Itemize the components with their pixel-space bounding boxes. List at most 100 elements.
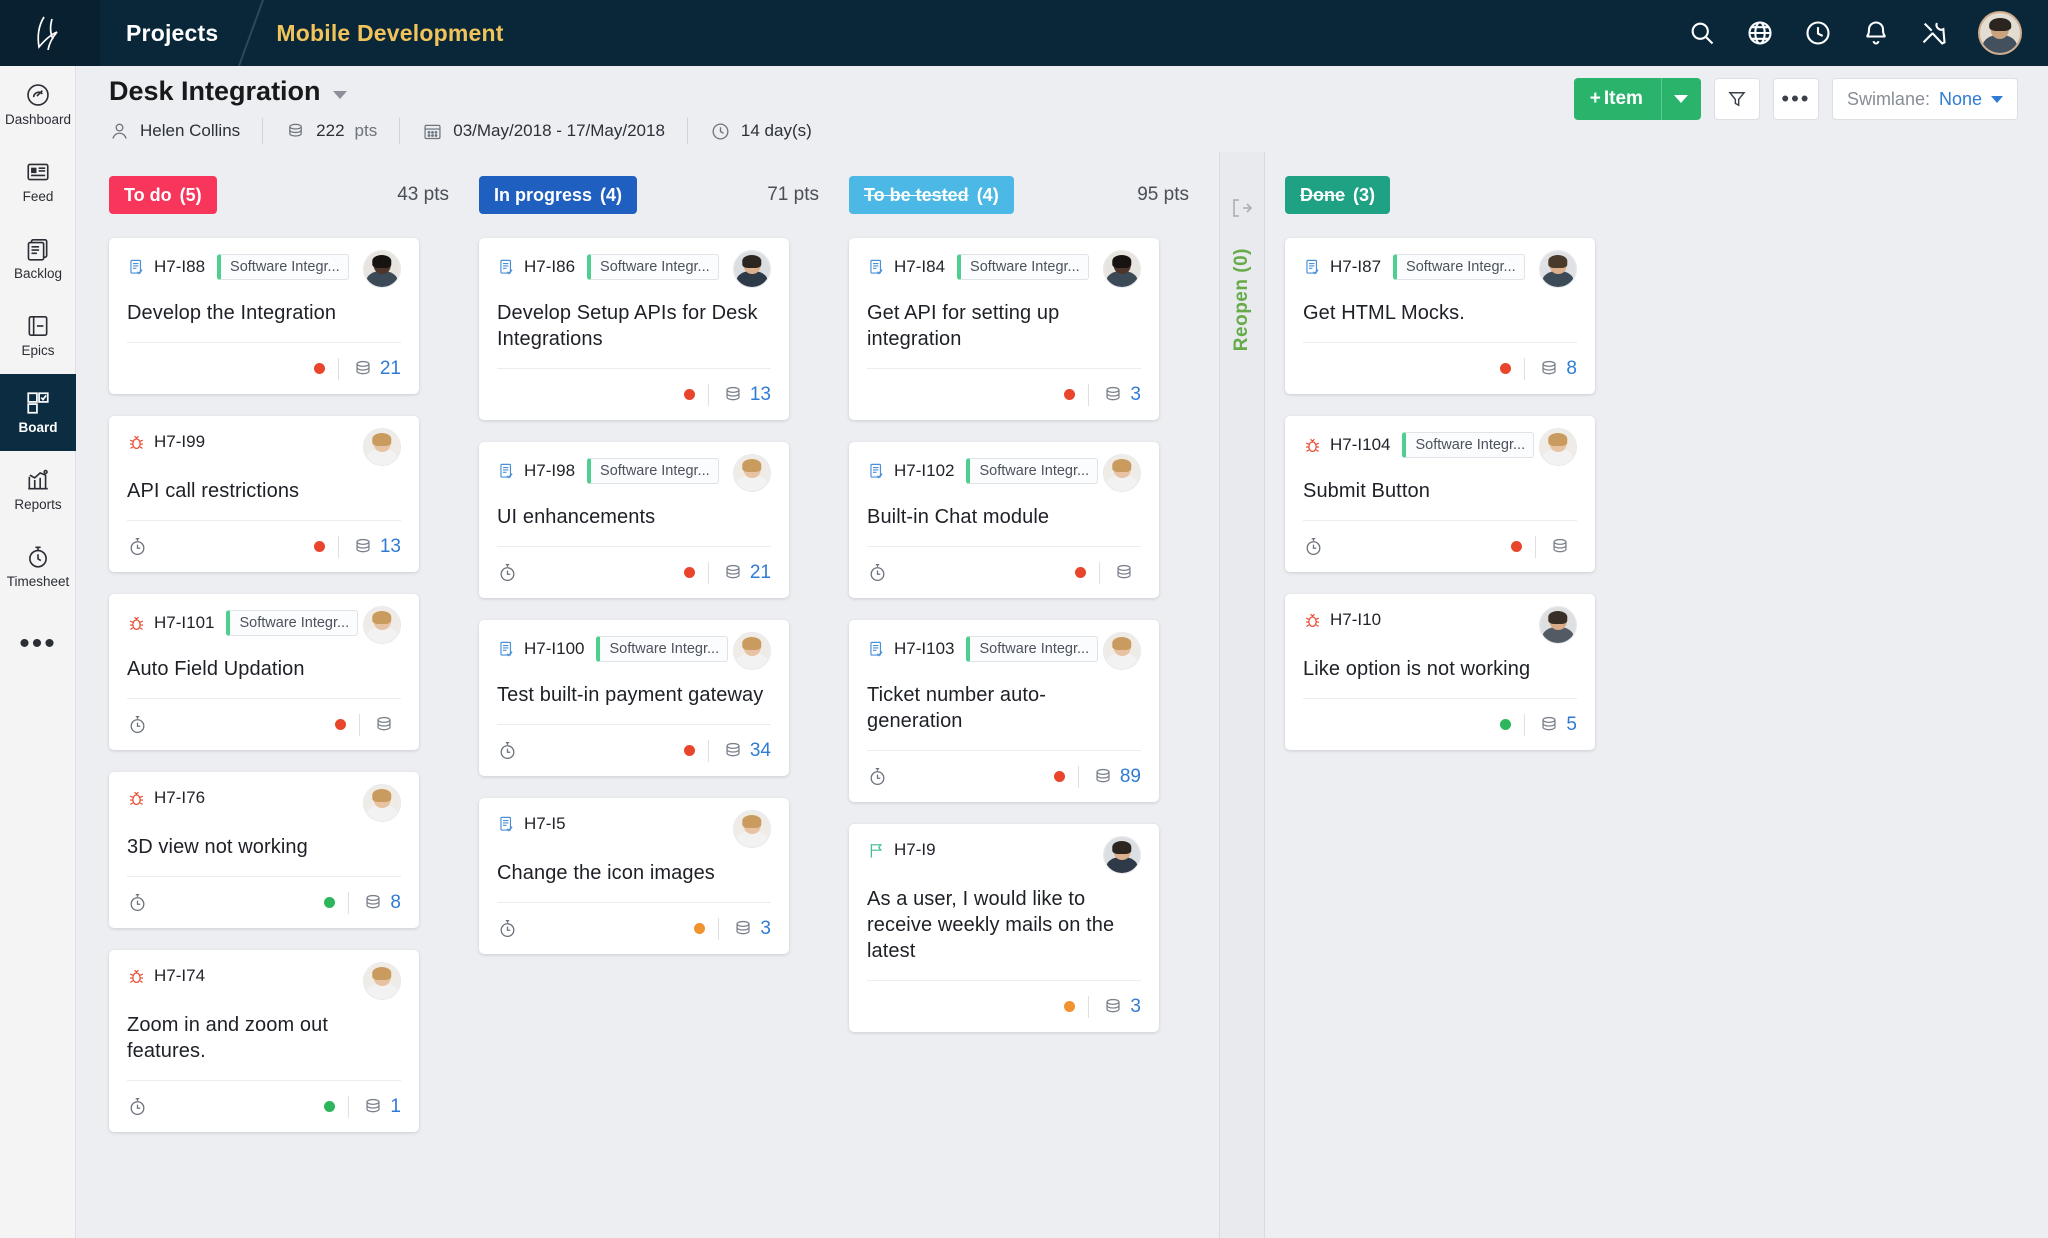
stopwatch-icon[interactable] [497,562,518,583]
card-key[interactable]: H7-I101 [154,613,214,633]
card-assignee-avatar[interactable] [1103,250,1141,288]
board-card-h7-i101[interactable]: H7-I101 Software Integr... Auto Field Up… [109,594,419,750]
stopwatch-icon[interactable] [867,562,888,583]
timesheet-stopwatch-icon [29,546,47,568]
card-tag[interactable]: Software Integr... [1402,432,1535,458]
board-card-h7-i99[interactable]: H7-I99 API call restrictions 13 [109,416,419,572]
sidebar-item-epics[interactable]: Epics [0,297,76,374]
app-logo[interactable] [0,0,100,66]
card-tag[interactable]: Software Integr... [587,458,720,484]
add-item-button[interactable]: + Item [1573,78,1701,120]
stopwatch-icon[interactable] [127,714,148,735]
board-card-h7-i87[interactable]: H7-I87 Software Integr... Get HTML Mocks… [1285,238,1595,394]
sidebar-item-dashboard[interactable]: Dashboard [0,66,76,143]
card-assignee-avatar[interactable] [1103,454,1141,492]
user-avatar[interactable] [1978,11,2022,55]
breadcrumb-projects[interactable]: Projects [100,20,244,47]
tools-icon[interactable] [1920,19,1948,47]
swimlane-selector[interactable]: Swimlane: None [1831,78,2018,120]
board-card-h7-i10[interactable]: H7-I10 Like option is not working 5 [1285,594,1595,750]
board-card-h7-i103[interactable]: H7-I103 Software Integr... Ticket number… [849,620,1159,802]
board-card-h7-i74[interactable]: H7-I74 Zoom in and zoom out features. 1 [109,950,419,1132]
stopwatch-icon[interactable] [127,1096,148,1117]
card-tag[interactable]: Software Integr... [957,254,1090,280]
breadcrumb-project-name[interactable]: Mobile Development [258,20,521,47]
card-key[interactable]: H7-I84 [894,257,945,277]
card-assignee-avatar[interactable] [733,632,771,670]
card-key[interactable]: H7-I76 [154,788,205,808]
card-tag[interactable]: Software Integr... [226,610,359,636]
board-card-h7-i76[interactable]: H7-I76 3D view not working 8 [109,772,419,928]
sidebar-more-button[interactable]: ••• [0,605,76,682]
card-assignee-avatar[interactable] [363,250,401,288]
card-assignee-avatar[interactable] [1539,428,1577,466]
card-assignee-avatar[interactable] [363,606,401,644]
card-assignee-avatar[interactable] [733,454,771,492]
stopwatch-icon[interactable] [127,892,148,913]
sidebar-item-board[interactable]: Board [0,374,76,451]
column-status-pill-done[interactable]: Done (3) [1285,176,1390,214]
board-card-h7-i104[interactable]: H7-I104 Software Integr... Submit Button [1285,416,1595,572]
card-assignee-avatar[interactable] [363,428,401,466]
card-key[interactable]: H7-I87 [1330,257,1381,277]
stopwatch-icon[interactable] [1303,536,1324,557]
card-tag[interactable]: Software Integr... [217,254,350,280]
stopwatch-icon[interactable] [497,740,518,761]
card-tag[interactable]: Software Integr... [596,636,729,662]
card-header: H7-I102 Software Integr... [867,442,1141,492]
card-assignee-avatar[interactable] [1539,606,1577,644]
card-key[interactable]: H7-I10 [1330,610,1381,630]
more-options-button[interactable]: ••• [1772,78,1819,120]
sidebar-item-timesheet[interactable]: Timesheet [0,528,76,605]
card-key[interactable]: H7-I86 [524,257,575,277]
board-card-h7-i9[interactable]: H7-I9 As a user, I would like to receive… [849,824,1159,1032]
card-key[interactable]: H7-I98 [524,461,575,481]
filter-button[interactable] [1713,78,1760,120]
footer-divider [1099,561,1100,584]
stopwatch-icon[interactable] [497,918,518,939]
board-card-h7-i102[interactable]: H7-I102 Software Integr... Built-in Chat… [849,442,1159,598]
card-key[interactable]: H7-I74 [154,966,205,986]
card-assignee-avatar[interactable] [733,810,771,848]
card-assignee-avatar[interactable] [1103,632,1141,670]
reopen-column-strip[interactable]: Reopen (0) [1219,152,1265,1238]
column-status-pill-in-progress[interactable]: In progress (4) [479,176,638,214]
card-tag[interactable]: Software Integr... [966,636,1099,662]
card-key[interactable]: H7-I9 [894,840,936,860]
card-assignee-avatar[interactable] [733,250,771,288]
bell-icon[interactable] [1862,19,1890,47]
card-key[interactable]: H7-I102 [894,461,954,481]
column-status-pill-to-be-tested[interactable]: To be tested (4) [849,176,1014,214]
clock-icon[interactable] [1804,19,1832,47]
board-card-h7-i100[interactable]: H7-I100 Software Integr... Test built-in… [479,620,789,776]
stopwatch-icon[interactable] [127,536,148,557]
card-key[interactable]: H7-I99 [154,432,205,452]
sidebar-item-reports[interactable]: Reports [0,451,76,528]
stopwatch-icon[interactable] [867,766,888,787]
sidebar-item-feed[interactable]: Feed [0,143,76,220]
card-tag[interactable]: Software Integr... [966,458,1099,484]
card-key[interactable]: H7-I5 [524,814,566,834]
sprint-dropdown-caret-icon[interactable] [332,90,347,99]
card-key[interactable]: H7-I103 [894,639,954,659]
globe-icon[interactable] [1746,19,1774,47]
card-assignee-avatar[interactable] [1539,250,1577,288]
card-key[interactable]: H7-I100 [524,639,584,659]
card-assignee-avatar[interactable] [363,784,401,822]
add-item-dropdown[interactable] [1660,78,1701,120]
board-card-h7-i98[interactable]: H7-I98 Software Integr... UI enhancement… [479,442,789,598]
card-assignee-avatar[interactable] [1103,836,1141,874]
search-icon[interactable] [1688,19,1716,47]
board-card-h7-i86[interactable]: H7-I86 Software Integr... Develop Setup … [479,238,789,420]
board-card-h7-i84[interactable]: H7-I84 Software Integr... Get API for se… [849,238,1159,420]
board-card-h7-i5[interactable]: H7-I5 Change the icon images 3 [479,798,789,954]
sidebar-item-backlog[interactable]: Backlog [0,220,76,297]
card-key[interactable]: H7-I88 [154,257,205,277]
card-key[interactable]: H7-I104 [1330,435,1390,455]
feed-icon [27,163,49,181]
column-status-pill-to-do[interactable]: To do (5) [109,176,217,214]
card-tag[interactable]: Software Integr... [587,254,720,280]
card-tag[interactable]: Software Integr... [1393,254,1526,280]
board-card-h7-i88[interactable]: H7-I88 Software Integr... Develop the In… [109,238,419,394]
card-assignee-avatar[interactable] [363,962,401,1000]
